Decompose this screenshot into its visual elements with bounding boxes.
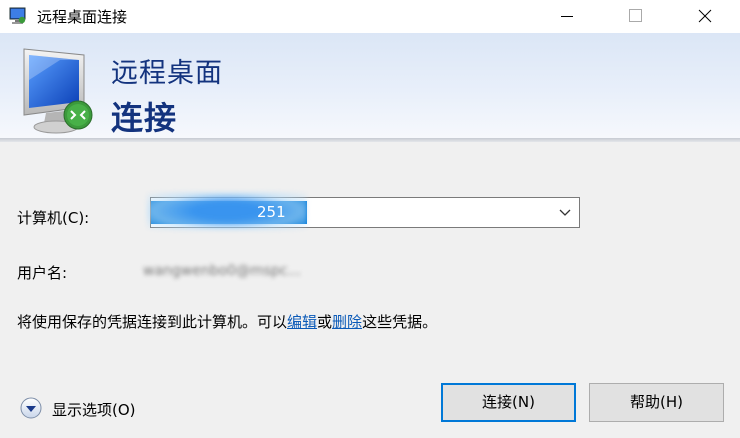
help-button[interactable]: 帮助(H) — [589, 383, 724, 422]
computer-input-value[interactable]: 251 — [257, 203, 286, 221]
banner-title-line2: 连接 — [111, 99, 178, 137]
minimize-button[interactable] — [544, 0, 590, 33]
info-middle: 或 — [317, 313, 333, 331]
maximize-button[interactable] — [612, 0, 658, 33]
remote-desktop-monitor-icon — [23, 48, 93, 134]
username-value: wangwenbo0@mspc... — [143, 263, 301, 279]
banner-title-line1: 远程桌面 — [111, 58, 223, 89]
show-options-label[interactable]: 显示选项(O) — [52, 399, 136, 420]
expand-down-icon[interactable] — [20, 397, 42, 419]
close-button[interactable] — [682, 0, 728, 33]
title-bar: 远程桌面连接 — [0, 0, 740, 33]
chevron-down-icon[interactable] — [559, 207, 571, 217]
remote-desktop-app-icon — [9, 7, 26, 24]
saved-credentials-info: 将使用保存的凭据连接到此计算机。可以编辑或删除这些凭据。 — [17, 311, 437, 332]
edit-credentials-link[interactable]: 编辑 — [287, 313, 317, 331]
computer-label: 计算机(C): — [17, 209, 90, 227]
info-prefix: 将使用保存的凭据连接到此计算机。可以 — [17, 313, 288, 331]
window-title: 远程桌面连接 — [37, 8, 128, 26]
computer-combobox[interactable]: 251 — [147, 192, 580, 230]
info-suffix: 这些凭据。 — [362, 313, 438, 331]
delete-credentials-link[interactable]: 删除 — [332, 313, 362, 331]
username-label: 用户名: — [17, 264, 68, 282]
banner-separator — [0, 138, 740, 142]
connect-button[interactable]: 连接(N) — [441, 383, 576, 422]
header-banner: 远程桌面 连接 — [0, 33, 740, 138]
